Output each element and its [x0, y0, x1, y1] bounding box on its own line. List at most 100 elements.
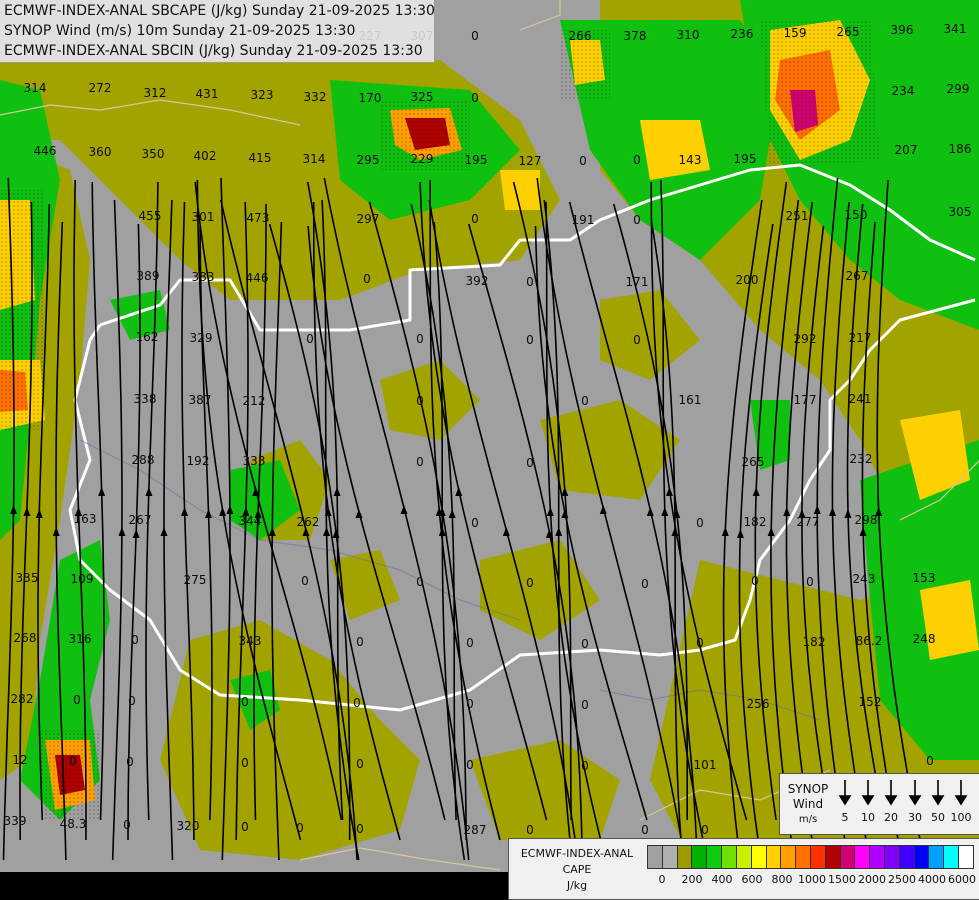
cape-value-label: 0 — [356, 757, 364, 771]
cape-value-label: 325 — [411, 90, 434, 104]
cape-value-label: 288 — [132, 453, 155, 467]
cape-value-label: 266 — [569, 29, 592, 43]
cape-value-label: 320 — [177, 819, 200, 833]
cape-value-label: 0 — [128, 694, 136, 708]
wind-legend-speed: 10 — [861, 811, 875, 824]
cape-value-label: 0 — [581, 698, 589, 712]
cape-value-label: 0 — [471, 29, 479, 43]
cape-value-label: 0 — [241, 695, 249, 709]
cape-value-label: 446 — [34, 144, 57, 158]
cape-value-label: 0 — [926, 754, 934, 768]
cape-value-label: 0 — [416, 332, 424, 346]
cape-value-label: 0 — [701, 823, 709, 837]
cape-value-label: 0 — [696, 516, 704, 530]
cape-value-label: 0 — [633, 213, 641, 227]
cape-value-label: 162 — [136, 330, 159, 344]
cape-value-label: 344 — [239, 514, 262, 528]
cape-value-label: 329 — [190, 331, 213, 345]
cape-legend-swatch — [839, 845, 856, 869]
cape-value-label: 236 — [731, 27, 754, 41]
cape-legend-swatch — [676, 845, 693, 869]
cape-value-label: 152 — [859, 695, 882, 709]
cape-value-label: 383 — [192, 270, 215, 284]
cape-value-label: 0 — [641, 577, 649, 591]
cape-value-label: 0 — [526, 333, 534, 347]
cape-value-label: 0 — [301, 574, 309, 588]
cape-value-label: 0 — [73, 693, 81, 707]
cape-legend-unit: J/kg — [566, 879, 588, 892]
cape-value-label: 0 — [126, 755, 134, 769]
wind-legend-unit: m/s — [798, 814, 818, 825]
cape-value-label: 265 — [742, 455, 765, 469]
cape-value-label: 0 — [123, 818, 131, 832]
cape-legend-swatch — [854, 845, 871, 869]
cape-value-label: 212 — [243, 394, 266, 408]
cape-value-label: 182 — [803, 635, 826, 649]
cape-value-label: 251 — [786, 209, 809, 223]
cape-value-label: 159 — [784, 26, 807, 40]
wind-legend-speed: 50 — [931, 811, 945, 824]
cape-value-label: 109 — [71, 572, 94, 586]
cape-legend-swatch — [661, 845, 678, 869]
cape-value-label: 0 — [466, 758, 474, 772]
cape-value-label: 455 — [139, 209, 162, 223]
cape-value-label: 267 — [846, 269, 869, 283]
cape-value-label: 256 — [747, 697, 770, 711]
cape-legend-swatch — [869, 845, 885, 869]
cape-legend-swatch — [943, 845, 960, 869]
cape-value-label: 12 — [12, 753, 27, 767]
cape-value-label: 143 — [679, 153, 702, 167]
cape-legend-swatch — [765, 845, 782, 869]
cape-legend-tick: 6000 — [948, 873, 976, 886]
cape-value-label: 301 — [192, 210, 215, 224]
cape-legend-swatch — [780, 845, 797, 869]
cape-value-label: 0 — [526, 456, 534, 470]
cape-value-label: 298 — [855, 513, 878, 527]
cape-legend-swatch — [735, 845, 752, 869]
cape-value-label: 0 — [241, 820, 249, 834]
cape-value-label: 0 — [466, 636, 474, 650]
cape-value-label: 241 — [849, 392, 872, 406]
cape-value-label: 0 — [526, 275, 534, 289]
cape-wind-map[interactable]: 3142723124313233321703250227307026637831… — [0, 0, 979, 900]
cape-value-label: 170 — [359, 91, 382, 105]
cape-value-label: 0 — [633, 333, 641, 347]
cape-value-label: 323 — [251, 88, 274, 102]
cape-value-label: 360 — [89, 145, 112, 159]
wind-legend: SYNOP Wind m/s 5 10 20 30 50 100 — [779, 773, 979, 835]
cape-legend-swatch — [809, 845, 826, 869]
cape-value-label: 0 — [751, 574, 759, 588]
cape-value-label: 248 — [913, 632, 936, 646]
cape-value-label: 0 — [416, 394, 424, 408]
cape-value-label: 0 — [579, 154, 587, 168]
cape-value-label: 0 — [356, 635, 364, 649]
cape-value-label: 292 — [794, 332, 817, 346]
cape-value-label: 446 — [246, 271, 269, 285]
cape-value-label: 314 — [24, 81, 47, 95]
cape-legend-swatch — [958, 845, 974, 869]
cape-value-label: 200 — [736, 273, 759, 287]
cape-value-label: 431 — [196, 87, 219, 101]
cape-value-label: 186 — [949, 142, 972, 156]
cape-value-label: 161 — [679, 393, 702, 407]
cape-value-label: 0 — [306, 332, 314, 346]
cape-legend-swatch — [898, 845, 915, 869]
cape-value-label: 0 — [471, 516, 479, 530]
cape-value-label: 389 — [137, 269, 160, 283]
cape-value-label: 177 — [794, 393, 817, 407]
cape-value-label: 192 — [187, 454, 210, 468]
cape-legend-colorbar — [647, 845, 974, 869]
cape-value-label: 163 — [74, 512, 97, 526]
cape-legend: ECMWF-INDEX-ANAL CAPE J/kg 0 200 400 600 800… — [508, 838, 979, 900]
cape-value-label: 48.3 — [60, 817, 87, 831]
cape-value-label: 268 — [14, 631, 37, 645]
cape-value-label: 86.2 — [856, 634, 883, 648]
wind-legend-title: SYNOP — [787, 782, 829, 796]
cape-value-label: 0 — [581, 637, 589, 651]
cape-value-label: 234 — [892, 84, 915, 98]
wind-legend-arrows — [838, 780, 968, 806]
cape-value-label: 207 — [895, 143, 918, 157]
cape-value-label: 0 — [69, 754, 77, 768]
cape-value-label: 305 — [949, 205, 972, 219]
cape-value-label: 0 — [806, 575, 814, 589]
